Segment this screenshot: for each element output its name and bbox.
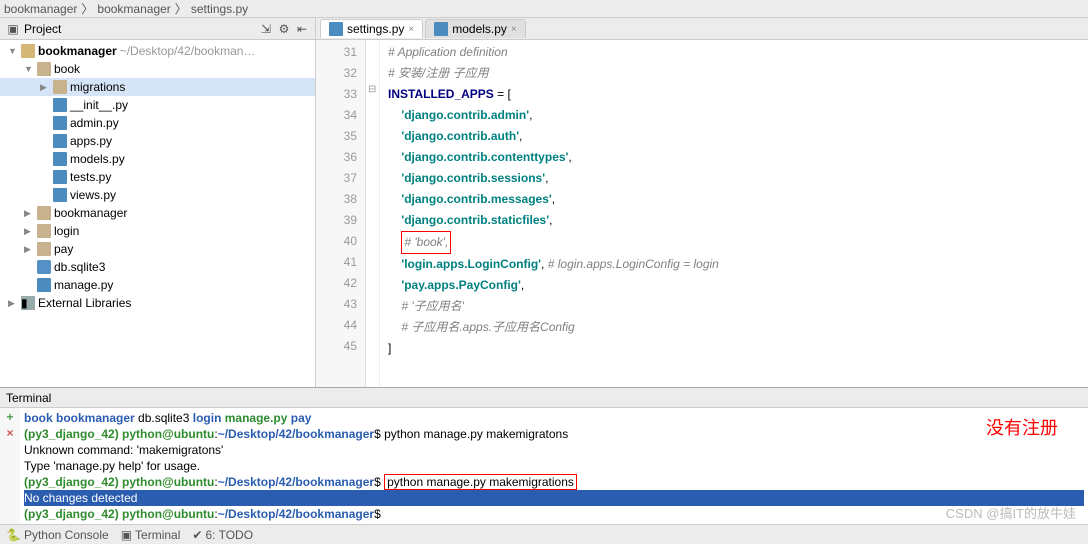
tree-root[interactable]: ▼bookmanager ~/Desktop/42/bookman…: [0, 42, 315, 60]
tree-dir-login[interactable]: ▶login: [0, 222, 315, 240]
tree-dir-pay[interactable]: ▶pay: [0, 240, 315, 258]
tree-file-models[interactable]: models.py: [0, 150, 315, 168]
close-icon[interactable]: ×: [408, 24, 414, 35]
breadcrumb: bookmanager〉 bookmanager〉 settings.py: [0, 0, 1088, 18]
bottom-toolbar: 🐍 Python Console ▣ Terminal ✔ 6: TODO: [0, 524, 1088, 544]
terminal-header[interactable]: Terminal: [0, 388, 1088, 408]
editor-area: settings.py× models.py× 3132333435363738…: [316, 18, 1088, 387]
sidebar-header: ▣ Project ⇲ ⚙ ⇤: [0, 18, 315, 40]
terminal-button[interactable]: ▣ Terminal: [121, 528, 181, 542]
terminal-gutter: + ×: [0, 408, 20, 524]
selected-output: No changes detected: [24, 490, 1084, 506]
tree-file-apps[interactable]: apps.py: [0, 132, 315, 150]
code-editor[interactable]: 313233343536373839404142434445 ⊟ # Appli…: [316, 40, 1088, 387]
tree-file-admin[interactable]: admin.py: [0, 114, 315, 132]
add-terminal-icon[interactable]: +: [6, 410, 13, 424]
project-tree: ▼bookmanager ~/Desktop/42/bookman… ▼book…: [0, 40, 315, 387]
project-icon: ▣: [6, 22, 20, 36]
todo-button[interactable]: ✔ 6: TODO: [192, 528, 253, 542]
tree-dir-book[interactable]: ▼book: [0, 60, 315, 78]
highlighted-command: python manage.py makemigrations: [384, 474, 577, 490]
tree-file-init[interactable]: __init__.py: [0, 96, 315, 114]
code-content[interactable]: # Application definition # 安装/注册 子应用 INS…: [380, 40, 1088, 387]
tree-dir-bookmanager[interactable]: ▶bookmanager: [0, 204, 315, 222]
tree-file-tests[interactable]: tests.py: [0, 168, 315, 186]
sidebar-title: Project: [24, 22, 61, 36]
line-gutter: 313233343536373839404142434445: [316, 40, 366, 387]
tree-file-db[interactable]: db.sqlite3: [0, 258, 315, 276]
highlighted-comment: # 'book',: [401, 231, 451, 254]
python-console-button[interactable]: 🐍 Python Console: [6, 528, 109, 542]
terminal-content[interactable]: book bookmanager db.sqlite3 login manage…: [20, 408, 1088, 524]
tree-external-libs[interactable]: ▶▮External Libraries: [0, 294, 315, 312]
collapse-icon[interactable]: ⇲: [259, 22, 273, 36]
fold-column: ⊟: [366, 40, 380, 387]
terminal-panel: Terminal + × book bookmanager db.sqlite3…: [0, 387, 1088, 524]
gear-icon[interactable]: ⚙: [277, 22, 291, 36]
tree-file-manage[interactable]: manage.py: [0, 276, 315, 294]
breadcrumb-item[interactable]: settings.py: [191, 2, 248, 16]
hide-icon[interactable]: ⇤: [295, 22, 309, 36]
fold-icon[interactable]: ⊟: [368, 84, 376, 95]
project-sidebar: ▣ Project ⇲ ⚙ ⇤ ▼bookmanager ~/Desktop/4…: [0, 18, 316, 387]
close-icon[interactable]: ×: [511, 24, 517, 35]
tree-file-views[interactable]: views.py: [0, 186, 315, 204]
breadcrumb-item[interactable]: bookmanager: [4, 2, 77, 16]
tab-models[interactable]: models.py×: [425, 19, 526, 38]
close-terminal-icon[interactable]: ×: [6, 426, 13, 440]
editor-tabs: settings.py× models.py×: [316, 18, 1088, 40]
tree-dir-migrations[interactable]: ▶migrations: [0, 78, 315, 96]
breadcrumb-item[interactable]: bookmanager: [97, 2, 170, 16]
tab-settings[interactable]: settings.py×: [320, 19, 423, 38]
annotation-text: 没有注册: [986, 420, 1058, 436]
